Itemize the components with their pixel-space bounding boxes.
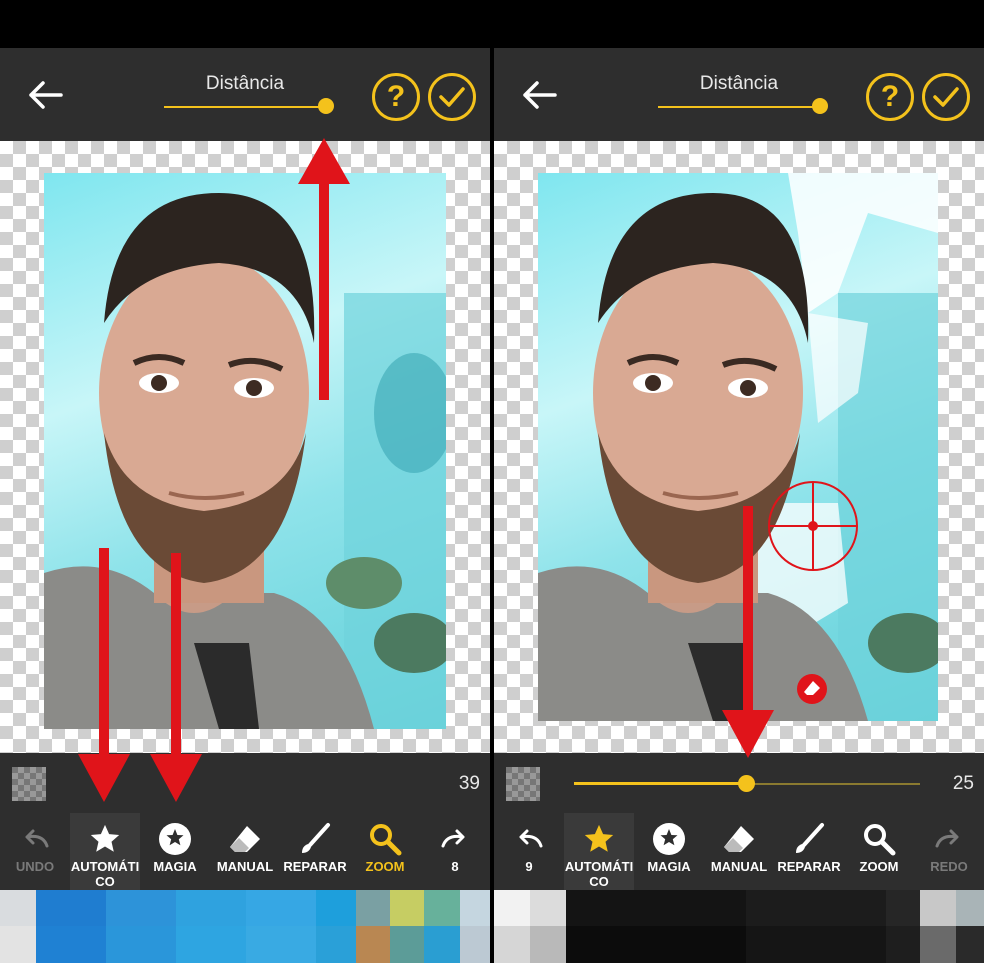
manual-tool-label: MANUAL xyxy=(216,859,274,874)
repair-tool-button[interactable]: REPARAR xyxy=(774,813,844,890)
distance-label: Distância xyxy=(205,73,285,94)
star-icon xyxy=(584,824,614,852)
zoom-icon xyxy=(864,824,896,856)
eraser-icon xyxy=(230,826,260,852)
distance-label: Distância xyxy=(699,73,779,94)
top-bar: Distância ? xyxy=(494,48,984,141)
confirm-button[interactable] xyxy=(922,73,970,121)
blurred-bottom-strip xyxy=(0,890,490,963)
left-editor-panel: Distância ? 39 UNDO AUTOMÁTI CO MAGIA MA… xyxy=(0,0,490,963)
zoom-icon xyxy=(370,824,402,856)
undo-count-label: 9 xyxy=(525,859,533,874)
distance-slider-track[interactable] xyxy=(164,106,326,108)
automatic-tool-label: AUTOMÁTI CO xyxy=(70,859,140,889)
magic-tool-button[interactable]: MAGIA xyxy=(140,813,210,890)
automatic-tool-button[interactable]: AUTOMÁTI CO xyxy=(70,813,140,890)
distance-slider-thumb[interactable] xyxy=(812,98,828,114)
eraser-badge-icon[interactable] xyxy=(796,673,828,705)
manual-tool-button[interactable]: MANUAL xyxy=(704,813,774,890)
brush-icon xyxy=(302,823,330,853)
back-arrow-icon xyxy=(523,81,557,109)
back-button[interactable] xyxy=(516,74,562,116)
brush-size-bar: 25 xyxy=(494,753,984,813)
brush-icon xyxy=(796,823,824,853)
brush-size-slider-thumb[interactable] xyxy=(738,775,755,792)
redo-icon xyxy=(441,829,465,848)
magic-tool-button[interactable]: MAGIA xyxy=(634,813,704,890)
magic-star-icon xyxy=(159,823,191,855)
redo-button[interactable]: REDO xyxy=(914,813,984,890)
manual-tool-label: MANUAL xyxy=(710,859,768,874)
magic-star-icon xyxy=(653,823,685,855)
top-bar: Distância ? xyxy=(0,48,490,141)
redo-button[interactable]: 8 xyxy=(420,813,490,890)
brush-size-value: 39 xyxy=(458,773,480,794)
editing-canvas[interactable] xyxy=(494,141,984,753)
right-editor-panel: Distância ? 25 9 AUTOMÁTI CO MAGIA MANUA… xyxy=(494,0,984,963)
repair-tool-label: REPARAR xyxy=(777,859,841,874)
automatic-tool-label: AUTOMÁTI CO xyxy=(564,859,634,889)
brush-preview[interactable] xyxy=(12,767,46,801)
tool-bar: UNDO AUTOMÁTI CO MAGIA MANUAL REPARAR ZO… xyxy=(0,813,490,890)
redo-label: REDO xyxy=(930,859,968,874)
undo-icon xyxy=(519,829,543,848)
eraser-icon xyxy=(724,826,754,852)
undo-button[interactable]: UNDO xyxy=(0,813,70,890)
zoom-tool-button[interactable]: ZOOM xyxy=(844,813,914,890)
automatic-tool-button[interactable]: AUTOMÁTI CO xyxy=(564,813,634,890)
manual-tool-button[interactable]: MANUAL xyxy=(210,813,280,890)
check-icon xyxy=(933,87,959,107)
brush-size-slider-fill xyxy=(574,782,746,785)
portrait-photo xyxy=(44,173,446,729)
undo-label: UNDO xyxy=(15,859,55,874)
distance-slider-track[interactable] xyxy=(658,106,820,108)
redo-icon xyxy=(935,829,959,848)
undo-button[interactable]: 9 xyxy=(494,813,564,890)
brush-size-bar: 39 xyxy=(0,753,490,813)
star-icon xyxy=(90,824,120,852)
confirm-button[interactable] xyxy=(428,73,476,121)
editing-canvas[interactable] xyxy=(0,141,490,753)
zoom-tool-button[interactable]: ZOOM xyxy=(350,813,420,890)
zoom-tool-label: ZOOM xyxy=(365,859,405,874)
check-icon xyxy=(439,87,465,107)
back-button[interactable] xyxy=(22,74,68,116)
portrait-photo-partially-erased xyxy=(538,173,938,721)
redo-count-label: 8 xyxy=(451,859,459,874)
blurred-bottom-strip xyxy=(494,890,984,963)
undo-icon xyxy=(25,829,49,848)
zoom-tool-label: ZOOM xyxy=(859,859,899,874)
crosshair-cursor-icon[interactable] xyxy=(766,479,860,573)
distance-slider-thumb[interactable] xyxy=(318,98,334,114)
magic-tool-label: MAGIA xyxy=(647,859,691,874)
repair-tool-label: REPARAR xyxy=(283,859,347,874)
brush-size-value: 25 xyxy=(952,773,974,794)
tool-bar: 9 AUTOMÁTI CO MAGIA MANUAL REPARAR ZOOM xyxy=(494,813,984,890)
magic-tool-label: MAGIA xyxy=(153,859,197,874)
help-button[interactable]: ? xyxy=(866,73,914,121)
screenshot-comparison: Distância ? 39 UNDO AUTOMÁTI CO MAGIA MA… xyxy=(0,0,984,963)
help-button[interactable]: ? xyxy=(372,73,420,121)
brush-preview[interactable] xyxy=(506,767,540,801)
repair-tool-button[interactable]: REPARAR xyxy=(280,813,350,890)
back-arrow-icon xyxy=(29,81,63,109)
